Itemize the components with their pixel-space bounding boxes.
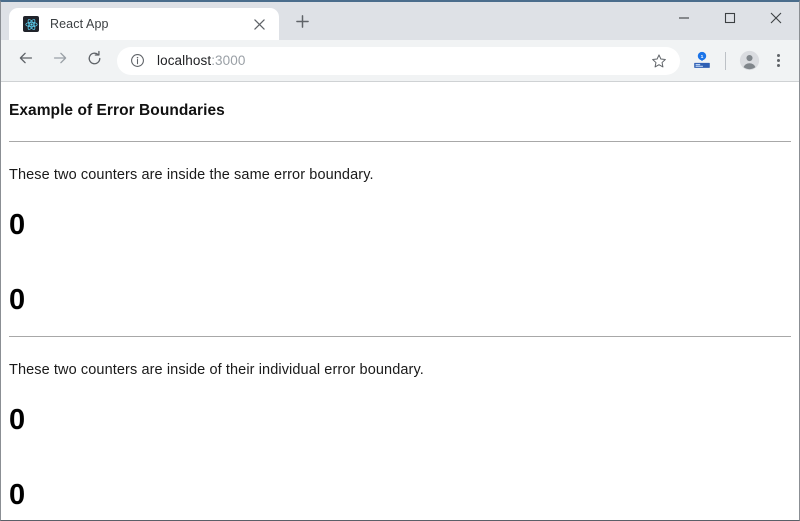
counter-value-1[interactable]: 0 [9,211,791,240]
counter-value-4[interactable]: 0 [9,481,791,510]
person-avatar-icon[interactable] [735,47,763,75]
close-icon[interactable] [249,14,269,34]
close-window-button[interactable] [753,2,799,38]
close-window-icon [770,11,782,29]
svg-text:1: 1 [701,53,704,59]
address-bar-url: localhost:3000 [157,53,646,68]
forward-button[interactable] [45,46,75,76]
section-divider-2 [9,336,791,337]
url-port: :3000 [211,53,246,68]
minimize-button[interactable] [661,2,707,38]
browser-tab-react-app[interactable]: React App [9,8,279,40]
section-1-description: These two counters are inside the same e… [9,167,374,183]
address-bar[interactable]: localhost:3000 [117,46,680,75]
page-content: Example of Error Boundaries These two co… [9,82,791,510]
maximize-icon [724,11,736,29]
extension-badge-icon[interactable]: 1 [688,47,716,75]
toolbar-divider [725,51,726,70]
reload-icon [86,50,103,72]
info-circle-icon[interactable] [128,52,146,70]
arrow-right-icon [51,49,69,72]
browser-window: React App localhost:3000 1 Example of Er… [0,0,800,521]
menu-dot [776,54,780,58]
menu-dot [776,59,780,62]
arrow-left-icon [17,49,35,72]
section-divider-1 [9,141,791,142]
browser-toolbar: localhost:3000 1 [1,40,799,82]
counter-value-3[interactable]: 0 [9,406,791,435]
three-dots-vertical-icon[interactable] [765,47,791,75]
reload-button[interactable] [79,46,109,76]
plus-icon [295,15,309,33]
counter-value-2[interactable]: 0 [9,286,791,315]
new-tab-button[interactable] [288,10,316,38]
star-icon[interactable] [646,48,672,74]
back-button[interactable] [11,46,41,76]
page-viewport: Example of Error Boundaries These two co… [1,82,799,520]
react-logo-icon [23,16,39,32]
url-host: localhost [157,53,212,68]
tab-strip: React App [1,2,799,40]
minimize-icon [678,11,690,29]
menu-dot [776,63,780,67]
section-2-description: These two counters are inside of their i… [9,362,424,378]
tab-title: React App [50,17,109,31]
page-title: Example of Error Boundaries [9,102,225,119]
maximize-button[interactable] [707,2,753,38]
window-controls [661,2,799,38]
